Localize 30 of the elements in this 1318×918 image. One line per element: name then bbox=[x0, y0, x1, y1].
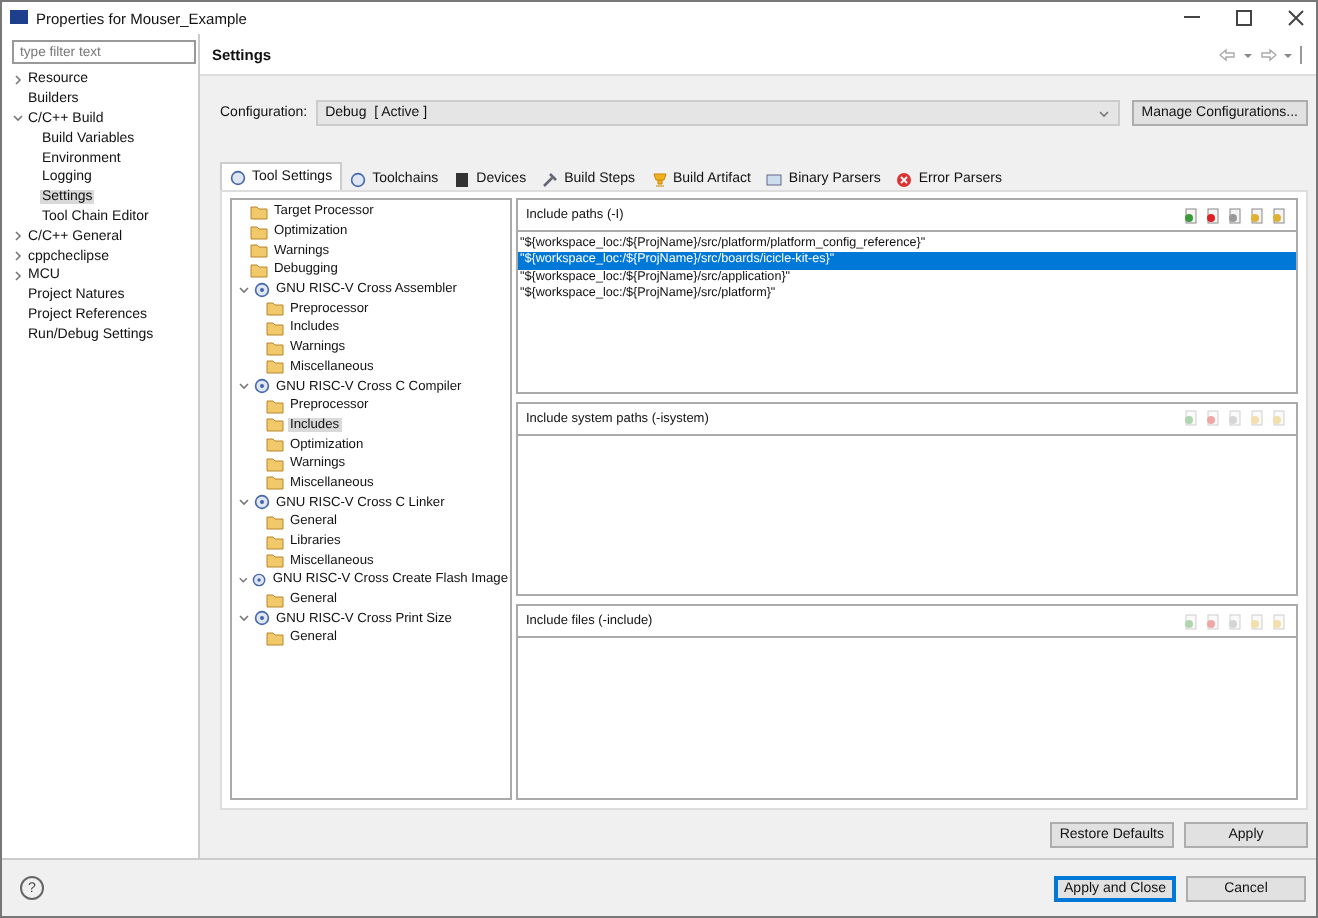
chevron-down-icon[interactable] bbox=[238, 496, 250, 509]
chevron-right-icon[interactable] bbox=[11, 230, 23, 243]
chevron-down-icon[interactable] bbox=[238, 283, 250, 296]
folder-icon bbox=[266, 591, 284, 608]
chevron-right-icon[interactable] bbox=[11, 250, 23, 263]
gear-icon bbox=[230, 169, 246, 185]
gear-icon bbox=[254, 281, 270, 298]
chevron-down-icon[interactable] bbox=[11, 112, 23, 125]
back-arrow-icon[interactable] bbox=[1218, 47, 1254, 61]
app-logo-icon bbox=[10, 9, 28, 27]
gear-icon bbox=[254, 610, 270, 627]
chevron-down-icon[interactable] bbox=[238, 612, 250, 625]
close-icon[interactable] bbox=[1288, 10, 1304, 26]
chevron-down-icon[interactable] bbox=[238, 380, 250, 393]
chevron-down-icon[interactable] bbox=[238, 573, 249, 586]
minimize-icon[interactable] bbox=[1184, 16, 1200, 20]
hammer-icon bbox=[542, 171, 559, 187]
delete-icon[interactable] bbox=[1206, 207, 1222, 223]
gear-icon bbox=[254, 494, 270, 511]
forward-arrow-icon[interactable] bbox=[1258, 47, 1294, 61]
chevron-right-icon[interactable] bbox=[11, 73, 23, 86]
chevron-down-icon[interactable] bbox=[1097, 109, 1110, 117]
gear-icon bbox=[350, 171, 367, 187]
chevron-right-icon[interactable] bbox=[11, 269, 23, 282]
gear-icon bbox=[254, 378, 270, 395]
folder-icon bbox=[266, 629, 284, 646]
gear-icon bbox=[252, 571, 267, 588]
trophy-icon bbox=[651, 171, 667, 187]
add-icon[interactable] bbox=[1184, 207, 1200, 223]
maximize-icon[interactable] bbox=[1236, 10, 1252, 26]
